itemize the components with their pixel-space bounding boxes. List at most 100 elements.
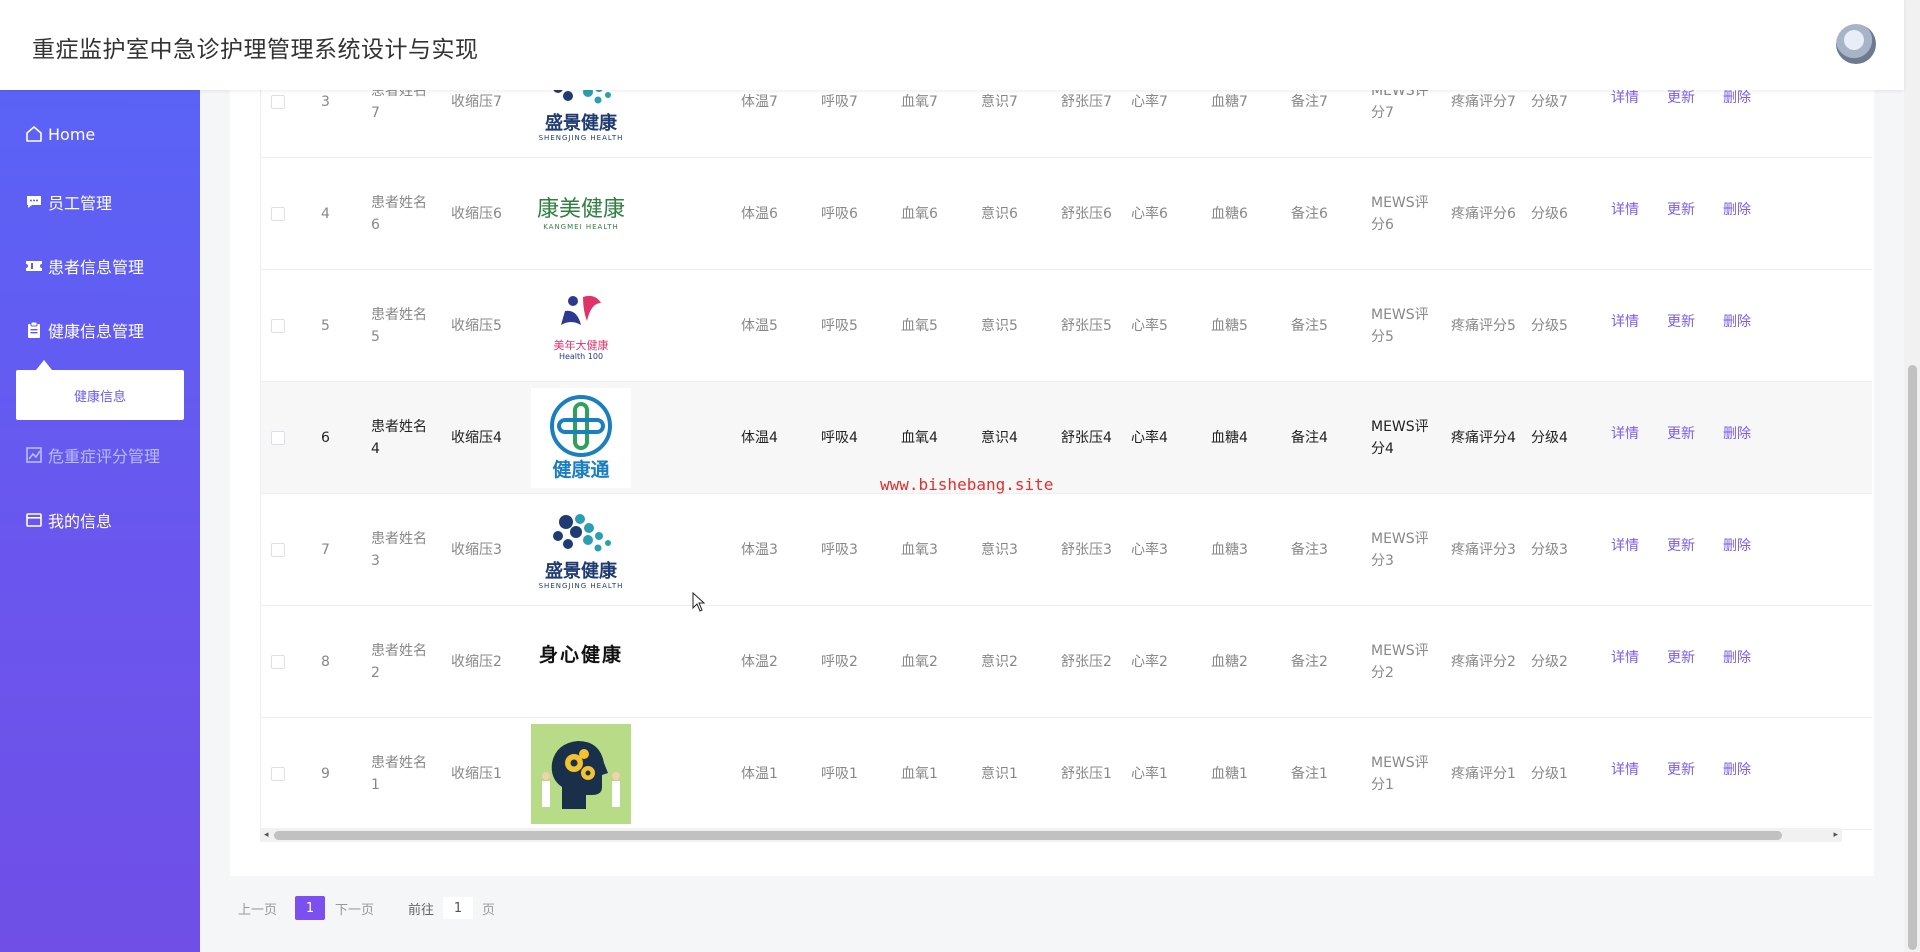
- current-page-button[interactable]: 1: [295, 896, 326, 920]
- scroll-left-icon[interactable]: ◂: [264, 830, 269, 840]
- cell-glucose: 血糖7: [1211, 90, 1271, 158]
- cell-conscious: 意识1: [981, 718, 1041, 830]
- cell-name: 患者姓名2: [371, 606, 433, 718]
- cell-pain: 疼痛评分2: [1451, 606, 1519, 718]
- row-checkbox-cell: [271, 90, 285, 158]
- product-image: 盛景健康 SHENGJING HEALTH: [531, 90, 631, 152]
- sidebar-item-label: 危重症评分管理: [48, 447, 161, 466]
- cell-conscious: 意识5: [981, 270, 1041, 382]
- cell-text: 舒张压5: [1061, 318, 1112, 334]
- update-button[interactable]: 更新: [1667, 311, 1695, 333]
- detail-button[interactable]: 详情: [1611, 423, 1639, 445]
- detail-button[interactable]: 详情: [1611, 199, 1639, 221]
- sidebar-item-my-info[interactable]: 我的信息: [24, 508, 112, 532]
- table-row[interactable]: 4 患者姓名6 收缩压6 体温6 呼吸6 血氧6 意识6 舒张压6 心率6 血糖6 备注6 MEWS评…: [261, 158, 1872, 270]
- sidebar-item-home[interactable]: Home: [24, 124, 95, 144]
- delete-button[interactable]: 删除: [1723, 759, 1751, 781]
- cell-mews: MEWS评分1: [1371, 718, 1439, 830]
- cell-note: 备注5: [1291, 270, 1351, 382]
- cell-text: 心率2: [1131, 654, 1168, 670]
- sidebar-item-health[interactable]: 健康信息管理: [24, 318, 144, 342]
- row-checkbox[interactable]: [271, 319, 285, 333]
- cell-grade: 分级6: [1531, 158, 1591, 270]
- cell-mews: MEWS评分3: [1371, 494, 1439, 606]
- vertical-scrollbar[interactable]: [1904, 0, 1920, 952]
- prev-page-button[interactable]: 上一页: [238, 899, 277, 918]
- cell-text: 血糖2: [1211, 654, 1248, 670]
- delete-button[interactable]: 删除: [1723, 647, 1751, 669]
- cell-idx: 5: [321, 270, 351, 382]
- sidebar-item-staff[interactable]: 员工管理: [24, 190, 112, 214]
- cell-op: 更新: [1667, 154, 1695, 266]
- detail-button[interactable]: 详情: [1611, 647, 1639, 669]
- cell-text: 疼痛评分3: [1451, 542, 1516, 558]
- next-page-button[interactable]: 下一页: [335, 899, 374, 918]
- delete-button[interactable]: 删除: [1723, 423, 1751, 445]
- cell-text: 呼吸1: [821, 766, 858, 782]
- cell-spo2: 血氧2: [901, 606, 961, 718]
- detail-button[interactable]: 详情: [1611, 311, 1639, 333]
- cell-text: 呼吸2: [821, 654, 858, 670]
- logo-text: 康美健康: [536, 197, 625, 222]
- delete-button[interactable]: 删除: [1723, 311, 1751, 333]
- sidebar-item-critical-score[interactable]: 危重症评分管理: [24, 443, 160, 467]
- scroll-right-icon[interactable]: ▸: [1833, 830, 1838, 840]
- cell-text: 血氧4: [901, 430, 938, 446]
- update-button[interactable]: 更新: [1667, 759, 1695, 781]
- update-button[interactable]: 更新: [1667, 647, 1695, 669]
- sidebar-item-patient[interactable]: 患者信息管理: [24, 254, 144, 278]
- data-table: 3 患者姓名7 收缩压7 体温7 呼吸7 血氧7 意识7 舒张压7 心率7 血糖7 备注7 MEWS评…: [260, 90, 1872, 842]
- table-row[interactable]: 9 患者姓名1 收缩压1 体温1 呼吸1 血氧1 意识1 舒张压1 心率1 血糖1 备注1 MEWS评…: [261, 718, 1872, 830]
- cell-resp: 呼吸1: [821, 718, 881, 830]
- row-checkbox[interactable]: [271, 767, 285, 781]
- update-button[interactable]: 更新: [1667, 199, 1695, 221]
- row-checkbox[interactable]: [271, 207, 285, 221]
- cell-text: 患者姓名3: [371, 531, 427, 569]
- table-row[interactable]: 8 患者姓名2 收缩压2 体温2 呼吸2 血氧2 意识2 舒张压2 心率2 血糖2 备注2 MEWS评…: [261, 606, 1872, 718]
- brain-gears-icon: [542, 741, 620, 809]
- user-avatar[interactable]: [1836, 24, 1876, 64]
- scrollbar-thumb[interactable]: [1908, 365, 1917, 950]
- cell-systolic: 收缩压1: [451, 718, 521, 830]
- cell-text: 备注6: [1291, 206, 1328, 222]
- row-checkbox[interactable]: [271, 543, 285, 557]
- cell-text: 心率7: [1131, 94, 1168, 110]
- update-button[interactable]: 更新: [1667, 423, 1695, 445]
- update-button[interactable]: 更新: [1667, 535, 1695, 557]
- cell-text: MEWS评分7: [1371, 90, 1429, 121]
- cell-text: 分级7: [1531, 94, 1568, 110]
- submenu-item-health-info[interactable]: 健康信息: [16, 370, 184, 420]
- row-checkbox[interactable]: [271, 95, 285, 109]
- cell-text: 分级3: [1531, 542, 1568, 558]
- cell-note: 备注1: [1291, 718, 1351, 830]
- delete-button[interactable]: 删除: [1723, 535, 1751, 557]
- cell-note: 备注4: [1291, 382, 1351, 494]
- update-button[interactable]: 更新: [1667, 90, 1695, 109]
- horizontal-scrollbar[interactable]: ◂ ▸: [260, 828, 1842, 842]
- chart-icon: [24, 445, 44, 465]
- delete-button[interactable]: 删除: [1723, 90, 1751, 109]
- row-checkbox[interactable]: [271, 655, 285, 669]
- detail-button[interactable]: 详情: [1611, 90, 1639, 109]
- table-row[interactable]: 3 患者姓名7 收缩压7 体温7 呼吸7 血氧7 意识7 舒张压7 心率7 血糖7 备注7 MEWS评…: [261, 90, 1872, 158]
- detail-button[interactable]: 详情: [1611, 535, 1639, 557]
- detail-button[interactable]: 详情: [1611, 759, 1639, 781]
- cell-pain: 疼痛评分5: [1451, 270, 1519, 382]
- table-row[interactable]: 5 患者姓名5 收缩压5 体温5 呼吸5 血氧5 意识5 舒张压5 心率5 血糖5 备注5 MEWS评…: [261, 270, 1872, 382]
- cell-text: 血糖5: [1211, 318, 1248, 334]
- product-image: 健康通: [531, 388, 631, 488]
- product-image: 美年大健康 Health 100: [531, 276, 631, 376]
- cell-spo2: 血氧7: [901, 90, 961, 158]
- table-row[interactable]: 7 患者姓名3 收缩压3 体温3 呼吸3 血氧3 意识3 舒张压3 心率3 血糖3 备注3 MEWS评…: [261, 494, 1872, 606]
- cell-mews: MEWS评分5: [1371, 270, 1439, 382]
- cell-spo2: 血氧6: [901, 158, 961, 270]
- table-row[interactable]: 6 患者姓名4 收缩压4 体温4 呼吸4 血氧4 意识4 舒张压4 心率4 血糖4 备注4 MEWS评…: [261, 382, 1872, 494]
- logo-cross-icon: [550, 395, 612, 457]
- delete-button[interactable]: 删除: [1723, 199, 1751, 221]
- page-number-input[interactable]: 1: [442, 896, 475, 920]
- cell-grade: 分级3: [1531, 494, 1591, 606]
- cell-text: 意识7: [981, 94, 1018, 110]
- cell-text: 备注1: [1291, 766, 1328, 782]
- scrollbar-thumb[interactable]: [274, 831, 1782, 840]
- row-checkbox[interactable]: [271, 431, 285, 445]
